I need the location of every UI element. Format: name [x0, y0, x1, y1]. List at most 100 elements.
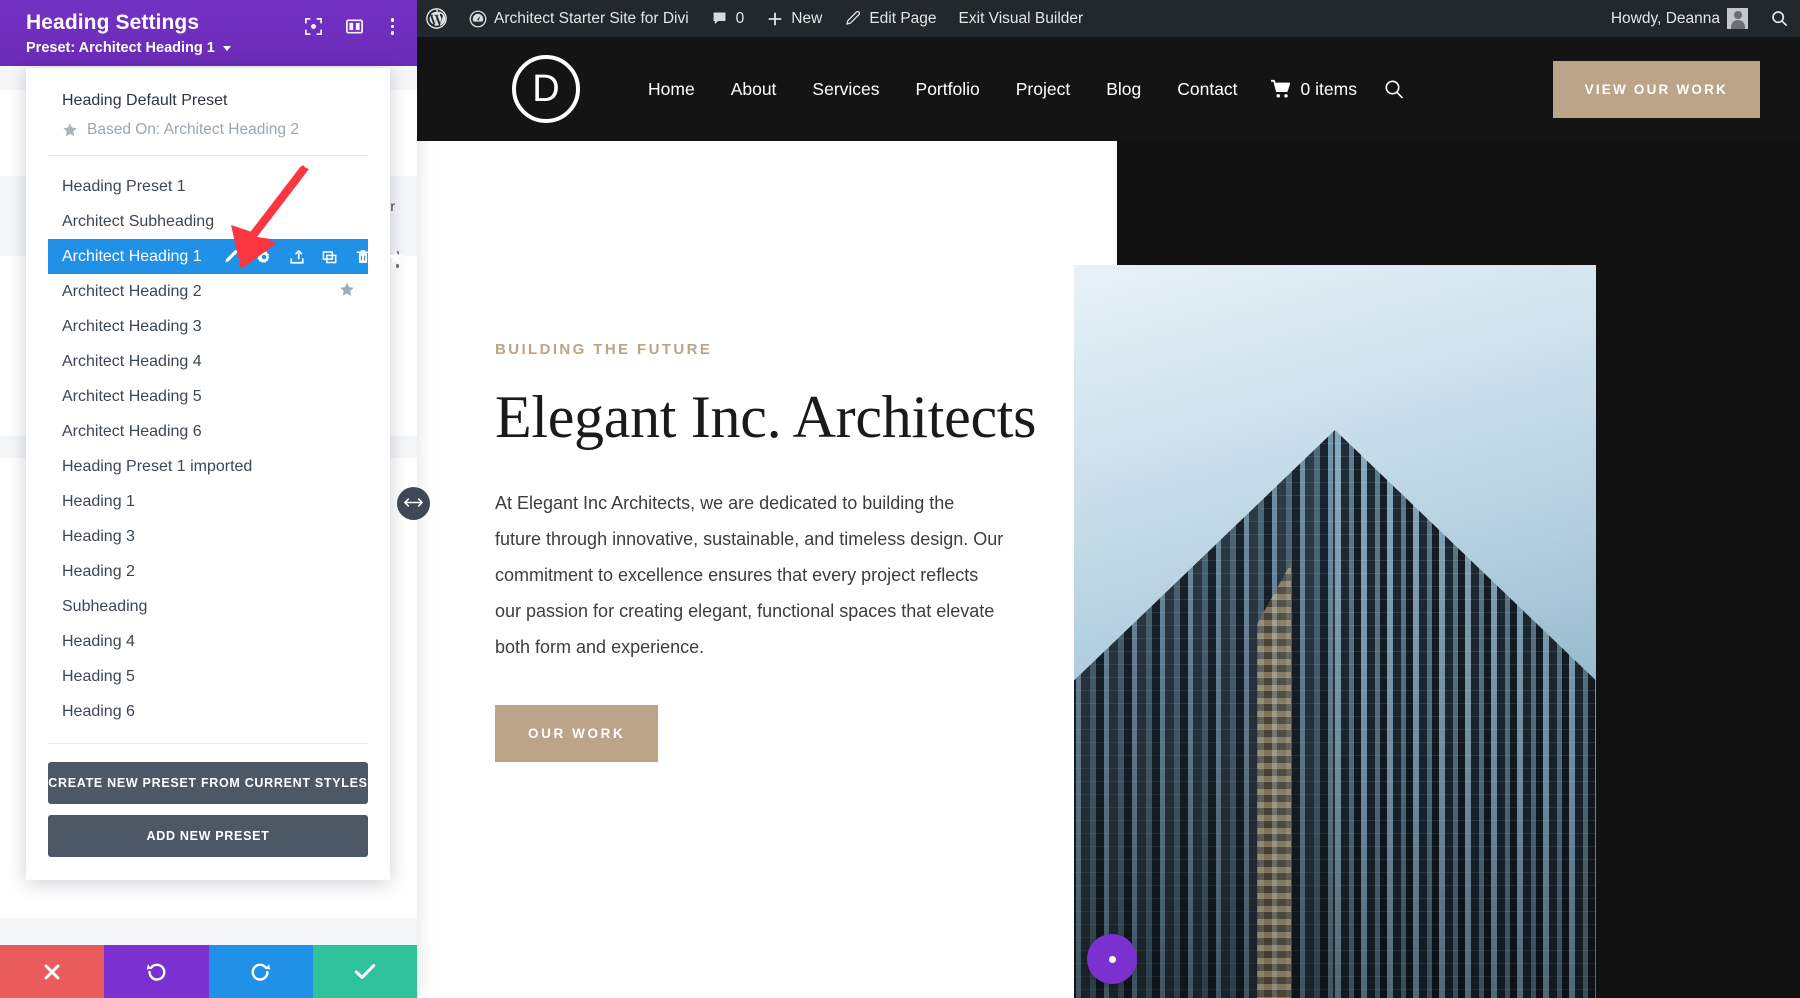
- list-item[interactable]: Heading 4: [26, 624, 390, 659]
- list-item[interactable]: Heading Preset 1 imported: [26, 449, 390, 484]
- list-item[interactable]: Heading 1: [26, 484, 390, 519]
- nav-item-about[interactable]: About: [713, 79, 795, 100]
- edit-page-button[interactable]: Edit Page: [833, 0, 947, 37]
- list-item[interactable]: Heading 2: [26, 554, 390, 589]
- save-button[interactable]: [313, 945, 417, 998]
- list-item[interactable]: Heading 3: [26, 519, 390, 554]
- dropdown-actions: CREATE NEW PRESET FROM CURRENT STYLES AD…: [26, 744, 390, 874]
- settings-gear-icon[interactable]: [256, 249, 272, 265]
- default-preset-title: Heading Default Preset: [48, 92, 368, 110]
- exit-visual-builder-label: Exit Visual Builder: [959, 10, 1084, 28]
- dashboard-icon: [469, 10, 487, 28]
- list-item[interactable]: Architect Heading 5: [26, 379, 390, 414]
- duplicate-icon[interactable]: [322, 249, 338, 265]
- user-avatar-icon: [1727, 8, 1748, 29]
- list-item-selected[interactable]: Architect Heading 1: [48, 239, 368, 274]
- panel-header-actions: [304, 16, 400, 37]
- site-name-menu[interactable]: Architect Starter Site for Divi: [458, 0, 700, 37]
- builder-settings-fab[interactable]: [1087, 934, 1137, 984]
- builder-bottom-toolbar: [0, 945, 417, 998]
- wp-logo-button[interactable]: [417, 0, 458, 37]
- layout-columns-icon[interactable]: [345, 17, 364, 36]
- chevron-down-icon: [223, 46, 231, 51]
- preset-name: Architect Heading 1: [62, 248, 202, 266]
- cart-count-label: 0 items: [1301, 79, 1357, 100]
- nav-item-contact[interactable]: Contact: [1159, 79, 1255, 100]
- close-x-icon: [42, 962, 62, 982]
- list-item[interactable]: Subheading: [26, 589, 390, 624]
- preset-name: Subheading: [62, 598, 147, 616]
- delete-trash-icon[interactable]: [355, 249, 371, 265]
- preset-name: Architect Subheading: [62, 213, 214, 231]
- panel-header: Heading Settings Preset: Architect Headi…: [0, 0, 417, 66]
- my-account-menu[interactable]: Howdy, Deanna: [1602, 0, 1759, 37]
- kebab-menu-icon[interactable]: [386, 16, 400, 37]
- exit-visual-builder-button[interactable]: Exit Visual Builder: [948, 0, 1095, 37]
- preset-name: Architect Heading 5: [62, 388, 202, 406]
- preset-name: Heading 3: [62, 528, 135, 546]
- shopping-cart-icon: [1270, 79, 1292, 99]
- preset-name: Architect Heading 2: [62, 283, 202, 301]
- plus-icon: [766, 10, 784, 28]
- preset-name: Heading 2: [62, 563, 135, 581]
- new-content-button[interactable]: New: [755, 0, 833, 37]
- nav-item-services[interactable]: Services: [794, 79, 897, 100]
- ellipsis-menu-icon: [1109, 956, 1116, 963]
- undo-button[interactable]: [104, 945, 208, 998]
- default-preset-star-icon[interactable]: [339, 281, 355, 302]
- list-item[interactable]: Architect Subheading: [26, 204, 390, 239]
- edit-page-label: Edit Page: [869, 10, 936, 28]
- list-item[interactable]: Heading 5: [26, 659, 390, 694]
- preset-name: Heading 6: [62, 703, 135, 721]
- preset-name: Heading 4: [62, 633, 135, 651]
- list-item[interactable]: Architect Heading 4: [26, 344, 390, 379]
- list-item[interactable]: Architect Heading 2: [26, 274, 390, 309]
- nav-item-home[interactable]: Home: [630, 79, 713, 100]
- list-item[interactable]: Architect Heading 3: [26, 309, 390, 344]
- site-header: D Home About Services Portfolio Project …: [417, 37, 1800, 141]
- redo-arrow-icon: [250, 961, 272, 983]
- based-on-label: Based On: Architect Heading 2: [87, 121, 299, 139]
- list-item[interactable]: Heading 6: [26, 694, 390, 729]
- hero-body-text: At Elegant Inc Architects, we are dedica…: [495, 485, 1005, 665]
- focus-target-icon[interactable]: [304, 17, 323, 36]
- redo-button[interactable]: [209, 945, 313, 998]
- checkmark-save-icon: [354, 962, 376, 981]
- list-item[interactable]: Architect Heading 6: [26, 414, 390, 449]
- comment-bubble-icon: [711, 10, 729, 28]
- site-logo[interactable]: D: [512, 55, 580, 123]
- nav-item-project[interactable]: Project: [998, 79, 1088, 100]
- nav-item-blog[interactable]: Blog: [1088, 79, 1159, 100]
- hero-building-photo: [1074, 265, 1596, 998]
- primary-navigation: Home About Services Portfolio Project Bl…: [630, 78, 1405, 100]
- preset-selector-label: Preset: Architect Heading 1: [26, 40, 215, 56]
- pencil-icon: [844, 10, 862, 28]
- hero-title: Elegant Inc. Architects: [495, 384, 1117, 451]
- preset-dropdown: Heading Default Preset Based On: Archite…: [26, 68, 390, 880]
- rename-pencil-icon[interactable]: [223, 249, 239, 265]
- our-work-button[interactable]: OUR WORK: [495, 705, 658, 762]
- export-icon[interactable]: [289, 249, 305, 265]
- list-item[interactable]: Heading Preset 1: [26, 169, 390, 204]
- search-icon: [1770, 9, 1789, 28]
- site-search-icon[interactable]: [1383, 78, 1405, 100]
- preset-list: Heading Preset 1 Architect Subheading Ar…: [26, 156, 390, 729]
- default-preset-block: Heading Default Preset Based On: Archite…: [48, 68, 368, 156]
- cart-link[interactable]: 0 items: [1256, 79, 1357, 100]
- hero-eyebrow: BUILDING THE FUTURE: [495, 341, 1117, 358]
- wp-admin-bar: Architect Starter Site for Divi 0 New Ed…: [417, 0, 1800, 37]
- nav-item-portfolio[interactable]: Portfolio: [898, 79, 998, 100]
- panel-resize-handle[interactable]: [397, 487, 430, 520]
- add-new-preset-button[interactable]: ADD NEW PRESET: [48, 815, 368, 857]
- comments-button[interactable]: 0: [700, 0, 756, 37]
- new-label: New: [791, 10, 822, 28]
- based-on-row: Based On: Architect Heading 2: [48, 121, 368, 139]
- preset-name: Heading Preset 1: [62, 178, 186, 196]
- view-our-work-button[interactable]: VIEW OUR WORK: [1553, 61, 1760, 118]
- discard-changes-button[interactable]: [0, 945, 104, 998]
- preset-selector[interactable]: Preset: Architect Heading 1: [26, 40, 395, 56]
- create-new-preset-button[interactable]: CREATE NEW PRESET FROM CURRENT STYLES: [48, 762, 368, 804]
- set-default-star-icon[interactable]: [388, 249, 404, 265]
- undo-arrow-icon: [145, 961, 167, 983]
- admin-bar-search-button[interactable]: [1759, 0, 1800, 37]
